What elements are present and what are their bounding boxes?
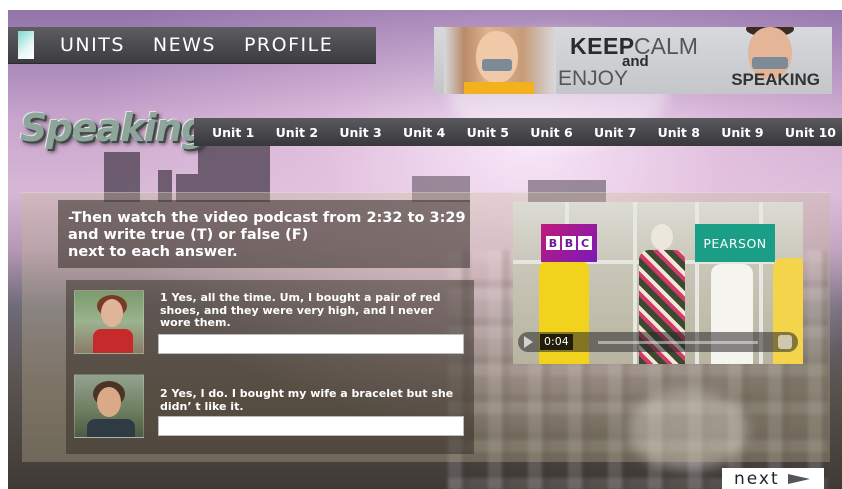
video-controls: 0:04	[518, 332, 798, 352]
speaker-2-thumbnail	[74, 374, 144, 438]
pearson-logo: PEARSON	[695, 224, 775, 262]
bbc-letter: B	[546, 236, 560, 250]
next-label: next	[734, 468, 780, 489]
video-time: 0:04	[540, 334, 573, 350]
bbc-logo: B B C	[541, 224, 597, 262]
banner-speaking: SPEAKING	[731, 70, 820, 89]
keep-calm-text: KEEP CALM and ENJOY	[558, 33, 730, 91]
volume-icon[interactable]	[778, 335, 792, 349]
unit-7-link[interactable]: Unit 7	[594, 125, 636, 140]
unit-3-link[interactable]: Unit 3	[339, 125, 381, 140]
bbc-letter: C	[578, 236, 592, 250]
speaker-body	[87, 419, 135, 437]
answer-2-input[interactable]	[158, 416, 464, 436]
banner-enjoy: ENJOY	[558, 67, 629, 90]
girl-tape	[482, 59, 512, 71]
girl-shirt	[464, 82, 534, 94]
boy-tape	[752, 57, 788, 69]
bbc-letter: B	[562, 236, 576, 250]
keep-calm-banner: KEEP CALM and ENJOY SPEAKING	[434, 27, 832, 94]
unit-6-link[interactable]: Unit 6	[530, 125, 572, 140]
unit-1-link[interactable]: Unit 1	[212, 125, 254, 140]
nav-units-link[interactable]: UNITS	[60, 34, 125, 56]
girl-face	[476, 31, 518, 83]
question-1-text: 1 Yes, all the time. Um, I bought a pair…	[160, 291, 441, 329]
unit-5-link[interactable]: Unit 5	[467, 125, 509, 140]
speaker-head	[97, 387, 121, 417]
unit-4-link[interactable]: Unit 4	[403, 125, 445, 140]
instruction-text: -Then watch the video podcast from 2:32 …	[68, 210, 468, 261]
speaker-body	[93, 329, 133, 353]
nav-logo	[18, 31, 34, 59]
unit-9-link[interactable]: Unit 9	[721, 125, 763, 140]
question-2-text: 2 Yes, I do. I bought my wife a bracelet…	[160, 387, 454, 413]
unit-2-link[interactable]: Unit 2	[276, 125, 318, 140]
mannequin-head	[651, 224, 673, 250]
speaker-head	[101, 299, 123, 327]
arrow-right-icon	[787, 473, 810, 484]
instruction-line-1: -Then watch the video podcast from 2:32 …	[68, 210, 466, 226]
play-icon[interactable]	[524, 336, 533, 348]
next-button[interactable]: next	[722, 468, 824, 489]
banner-girl-image	[444, 27, 556, 94]
top-nav: UNITS NEWS PROFILE	[8, 27, 376, 64]
unit-8-link[interactable]: Unit 8	[658, 125, 700, 140]
instruction-line-3: next to each answer.	[68, 244, 238, 260]
instruction-line-2: and write true (T) or false (F)	[68, 227, 309, 243]
nav-news-link[interactable]: NEWS	[153, 34, 216, 56]
nav-profile-link[interactable]: PROFILE	[244, 34, 333, 56]
speaker-1-thumbnail	[74, 290, 144, 354]
video-progress-track[interactable]	[598, 341, 758, 344]
unit-nav: Unit 1 Unit 2 Unit 3 Unit 4 Unit 5 Unit …	[194, 118, 842, 146]
page-title: Speaking	[20, 106, 208, 150]
unit-10-link[interactable]: Unit 10	[785, 125, 836, 140]
answer-1-input[interactable]	[158, 334, 464, 354]
